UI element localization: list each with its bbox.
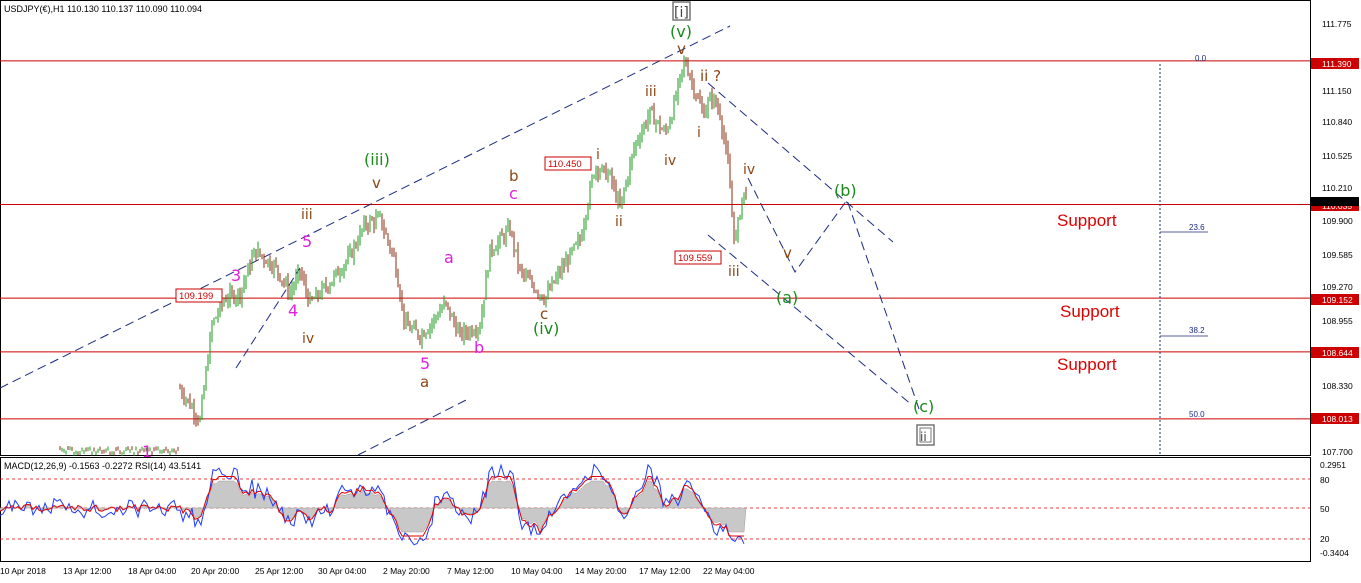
fib-label: 23.6 <box>1189 223 1205 232</box>
wave-label: (c) <box>913 397 934 416</box>
wave-label: v <box>783 244 792 262</box>
time-tick: 13 Apr 12:00 <box>63 566 111 576</box>
support-label: Support <box>1060 302 1120 321</box>
wave-label: iv <box>664 153 676 169</box>
wave-label: (iii) <box>364 150 390 169</box>
wave-label: (a) <box>776 288 798 307</box>
time-tick: 22 May 04:00 <box>703 566 755 576</box>
price-tick: 109.270 <box>1322 282 1353 292</box>
price-tick: 109.585 <box>1322 250 1353 260</box>
price-tick: 107.700 <box>1322 447 1353 457</box>
price-tag: 109.199 <box>179 291 213 302</box>
wave-label: ii <box>615 214 623 230</box>
wave-label: i <box>697 125 701 141</box>
fib-label: 0.0 <box>1195 54 1207 63</box>
wave-label: i <box>596 147 600 163</box>
price-tag: 110.450 <box>548 159 582 170</box>
usdjpy-chart: USDJPY(€),H1 110.130 110.137 110.090 110… <box>0 0 1359 576</box>
level-tag: 108.644 <box>1322 348 1353 358</box>
wave-label: iv <box>302 331 314 347</box>
wave-label: iii <box>645 84 657 100</box>
time-tick: 7 May 12:00 <box>447 566 494 576</box>
wave-label: iii <box>728 264 740 280</box>
wave-label: (b) <box>834 181 857 200</box>
wave-label: a <box>420 373 429 391</box>
time-tick: 14 May 20:00 <box>575 566 627 576</box>
wave-label: 5 <box>420 354 430 373</box>
indicator-tick: 80 <box>1320 475 1330 485</box>
indicator-header: MACD(12,26,9) -0.1563 -0.2272 RSI(14) 43… <box>4 461 201 471</box>
fib-label: 38.2 <box>1189 326 1205 335</box>
current-price-tag <box>1311 197 1359 206</box>
wave-label: (v) <box>670 22 692 41</box>
wave-label: b <box>474 338 484 357</box>
indicator-tick: 0.2951 <box>1320 460 1346 470</box>
price-tick: 110.840 <box>1322 117 1352 127</box>
time-tick: 17 May 12:00 <box>639 566 691 576</box>
price-tick: 109.900 <box>1322 216 1353 226</box>
price-tick: 110.210 <box>1322 183 1352 193</box>
wave-label: v <box>372 174 381 192</box>
price-tick: 110.525 <box>1322 151 1352 161</box>
indicator-tick: 50 <box>1320 504 1330 514</box>
time-tick: 20 Apr 20:00 <box>191 566 239 576</box>
wave-label: b <box>509 167 519 185</box>
price-tick: 108.955 <box>1322 316 1353 326</box>
price-tick: 108.330 <box>1322 381 1353 391</box>
price-tick: 111.150 <box>1322 86 1352 96</box>
level-tag: 111.390 <box>1322 59 1352 69</box>
support-label: Support <box>1057 355 1117 374</box>
wave-label-i-box: [i] <box>674 5 689 21</box>
level-tag: 109.152 <box>1322 295 1353 305</box>
wave-label: a <box>444 248 454 267</box>
fib-label: 50.0 <box>1189 410 1205 419</box>
wave-label: v <box>677 40 686 58</box>
wave-label: 4 <box>288 301 298 320</box>
wave-label: (iv) <box>533 319 559 338</box>
symbol-header: USDJPY(€),H1 110.130 110.137 110.090 110… <box>4 4 202 14</box>
wave-label: 5 <box>302 232 312 251</box>
chart-window: USDJPY(€),H1 110.130 110.137 110.090 110… <box>0 0 1361 583</box>
wave-label: iv <box>743 162 755 178</box>
wave-label: 3 <box>231 266 241 285</box>
time-tick: 10 Apr 2018 <box>0 566 46 576</box>
wave-label: c <box>509 184 518 203</box>
time-tick: 2 May 20:00 <box>383 566 430 576</box>
price-tag: 109.559 <box>678 253 712 264</box>
wave-label: ii ? <box>700 67 721 85</box>
time-tick: 10 May 04:00 <box>511 566 563 576</box>
indicator-tick: -0.3404 <box>1320 548 1349 558</box>
time-tick: 30 Apr 04:00 <box>318 566 366 576</box>
level-tag: 108.013 <box>1322 414 1353 424</box>
time-tick: 18 Apr 04:00 <box>128 566 176 576</box>
time-tick: 25 Apr 12:00 <box>255 566 303 576</box>
wave-label-ii-box: ii <box>920 430 927 444</box>
wave-label: iii <box>301 207 313 223</box>
price-tick: 111.775 <box>1322 19 1352 29</box>
indicator-tick: 20 <box>1320 534 1330 544</box>
wave-label: 1 <box>142 442 152 461</box>
support-label: Support <box>1057 211 1117 230</box>
